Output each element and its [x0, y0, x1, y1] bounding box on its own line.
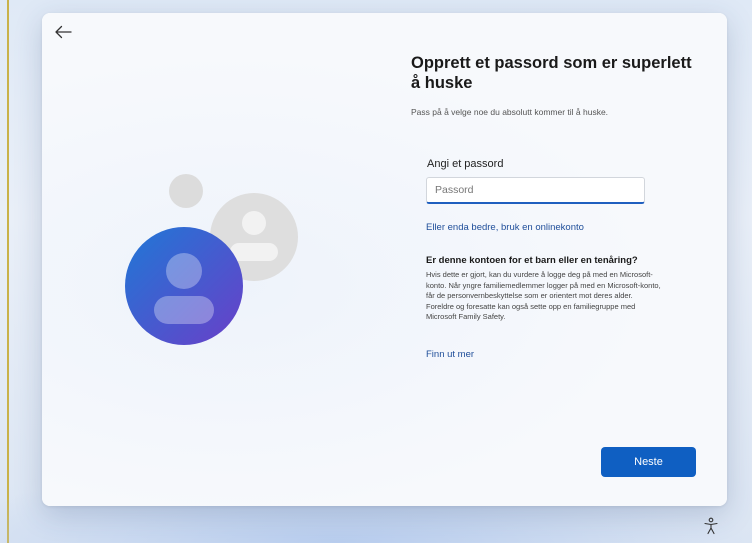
page-title: Opprett et passord som er superlett å hu…: [411, 54, 692, 92]
online-account-link[interactable]: Eller enda bedre, bruk en onlinekonto: [426, 222, 584, 233]
setup-card: Opprett et passord som er superlett å hu…: [42, 13, 727, 506]
back-arrow-icon[interactable]: [52, 22, 74, 42]
next-button[interactable]: Neste: [601, 447, 696, 477]
accessibility-icon[interactable]: [703, 517, 719, 535]
page-subtitle: Pass på å velge noe du absolutt kommer t…: [411, 107, 609, 117]
small-avatar-dot: [169, 174, 203, 208]
password-label: Angi et passord: [427, 158, 504, 170]
child-account-description: Hvis dette er gjort, kan du vurdere å lo…: [426, 270, 661, 321]
window-edge: [7, 0, 9, 543]
user-accounts-illustration: [112, 163, 312, 363]
form-panel: Opprett et passord som er superlett å hu…: [411, 53, 701, 360]
learn-more-link[interactable]: Finn ut mer: [426, 349, 474, 360]
password-input[interactable]: [426, 177, 645, 204]
child-account-heading: Er denne kontoen for et barn eller en te…: [426, 255, 638, 266]
